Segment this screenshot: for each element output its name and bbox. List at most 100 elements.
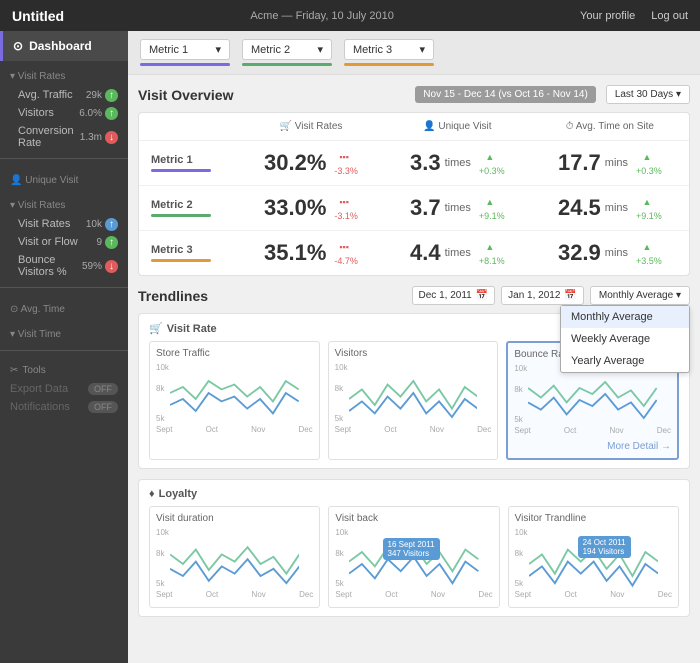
mini-bars-icon: ▲ [642,152,651,162]
chart-visitor-trandline: Visitor Trandline 10k 8k 5k 24 Oct [508,506,679,608]
topbar: Untitled Acme — Friday, 10 July 2010 You… [0,0,700,31]
sidebar-dashboard[interactable]: ⊙ Dashboard [0,31,128,61]
chart-x-labels: SeptOctNovDec [156,588,313,601]
period-dropdown: Monthly Average Weekly Average Yearly Av… [560,305,690,373]
visit-overview-card: 🛒 Visit Rates 👤 Unique Visit ⏱ Avg. Time… [138,112,690,276]
overview-table: 🛒 Visit Rates 👤 Unique Visit ⏱ Avg. Time… [139,113,689,275]
date-range-select[interactable]: Last 30 Days ▾ [606,85,690,104]
mini-bars-icon: ▲ [485,152,494,162]
period-select[interactable]: Monthly Average ▾ [590,286,690,305]
tools-icon: ✂ [10,365,18,376]
chart-visit-duration: Visit duration 10k 8k 5k SeptOctNovDec [149,506,320,608]
sidebar-item-visit-rates-sub[interactable]: Visit Rates 10k↑ [0,215,128,233]
more-detail-link[interactable]: More Detail → [514,441,671,452]
calendar-icon: 📅 [476,290,488,301]
badge-green: ↑ [105,236,118,249]
sidebar-divider2 [0,287,128,288]
sidebar-item-conversion-rate[interactable]: Conversion Rate 1.3m↓ [0,122,128,152]
badge-blue: ↑ [105,218,118,231]
sidebar-item-label: Avg. Traffic [18,89,73,101]
mini-bars-icon: ▲ [485,197,494,207]
main-layout: ⊙ Dashboard ▾ Visit Rates Avg. Traffic 2… [0,31,700,663]
loyalty-charts: Visit duration 10k 8k 5k SeptOctNovDec [149,506,679,608]
sidebar-section-visit-rates: ▾ Visit Rates [0,61,128,86]
badge-red: ↓ [105,260,118,273]
visit-rate-cell: 35.1% ▪▪▪ -4.7% [238,231,384,276]
period-label: Monthly Average [599,290,673,301]
mini-bars-icon: ▲ [642,242,651,252]
metric-cell: Metric 1 [139,141,238,186]
sidebar-subsection-avg-time: ▾ Visit Time [0,319,128,344]
export-label: Export Data [10,383,68,395]
sidebar-item-label: Bounce Visitors % [18,254,82,278]
metric-2-dropdown[interactable]: Metric 2 ▾ [242,39,332,60]
sidebar-item-avg-traffic[interactable]: Avg. Traffic 29k↑ [0,86,128,104]
visit-overview-title: Visit Overview [138,87,233,103]
metric-color-line [151,214,211,217]
metric-2-label: Metric 2 [251,44,290,56]
sidebar-tool-notifications: Notifications OFF [0,398,128,416]
export-toggle[interactable]: OFF [88,383,118,395]
dashboard-icon: ⊙ [13,39,23,53]
metric-2-selector[interactable]: Metric 2 ▾ [242,39,332,66]
mini-bars-icon: ▪▪▪ [339,242,349,252]
period-option-weekly[interactable]: Weekly Average [561,328,689,350]
metric-3-line [344,63,434,66]
date-to-label: Jan 1, 2012 [508,290,560,301]
topbar-actions: Your profile Log out [580,10,688,22]
metric-3-dropdown[interactable]: Metric 3 ▾ [344,39,434,60]
person-icon: 👤 [423,121,435,132]
metric-color-line [151,259,211,262]
sidebar-section-unique-visit: 👤 Unique Visit [0,165,128,190]
sidebar-item-bounce-visitors[interactable]: Bounce Visitors % 59%↓ [0,251,128,281]
metric-1-dropdown[interactable]: Metric 1 ▾ [140,39,230,60]
mini-bars-icon: ▲ [485,242,494,252]
tree-icon: ▾ [10,71,15,82]
chevron-down-icon: ▾ [215,43,221,56]
chart-x-labels: SeptOctNovDec [335,423,492,436]
chevron-down-icon: ▾ [676,89,681,100]
period-select-container: Monthly Average ▾ Monthly Average Weekly… [590,286,690,305]
chart-area-visitors: 10k 8k 5k [335,363,492,423]
chart-title: Store Traffic [156,348,313,359]
trendlines-header: Trendlines Dec 1, 2011 📅 Jan 1, 2012 📅 M… [138,286,690,305]
notifications-label: Notifications [10,401,70,413]
metric-3-selector[interactable]: Metric 3 ▾ [344,39,434,66]
chart-area-visit-back: 10k 8k 5k 16 Sept 2011347 Visitors [335,528,492,588]
sidebar-item-label: Visit Rates [18,218,70,230]
trendlines-title: Trendlines [138,288,208,304]
sidebar-divider3 [0,350,128,351]
overview-col-metric [139,113,238,141]
sidebar-tool-export: Export Data OFF [0,380,128,398]
clock-icon: ⊙ [10,304,18,315]
date-to-input[interactable]: Jan 1, 2012 📅 [501,286,584,305]
chart-area-visit-duration: 10k 8k 5k [156,528,313,588]
visit-rate-cell: 33.0% ▪▪▪ -3.1% [238,186,384,231]
chart-area-visitor-trandline: 10k 8k 5k 24 Oct 2011194 Visitors [515,528,672,588]
overview-col-visit-rates: 🛒 Visit Rates [238,113,384,141]
sidebar-section-avg-time: ⊙ Avg. Time [0,294,128,319]
chart-x-labels: SeptOctNovDec [335,588,492,601]
profile-link[interactable]: Your profile [580,10,635,22]
trendlines-loyalty: ♦ Loyalty Visit duration 10k 8k 5k [138,479,690,617]
chart-title: Visit back [335,513,492,524]
metric-cell: Metric 3 [139,231,238,276]
date-from-input[interactable]: Dec 1, 2011 📅 [412,286,496,305]
sidebar-item-label: Visitors [18,107,54,119]
period-option-yearly[interactable]: Yearly Average [561,350,689,372]
clock-icon: ⏱ [566,121,574,132]
metric-1-line [140,63,230,66]
logout-link[interactable]: Log out [651,10,688,22]
sidebar-item-visit-or-flow[interactable]: Visit or Flow 9↑ [0,233,128,251]
date-from-label: Dec 1, 2011 [419,290,472,301]
date-range-btn[interactable]: Nov 15 - Dec 14 (vs Oct 16 - Nov 14) [415,86,596,103]
chevron-down-icon: ▾ [419,43,425,56]
sidebar-item-visitors[interactable]: Visitors 6.0%↑ [0,104,128,122]
metric-1-selector[interactable]: Metric 1 ▾ [140,39,230,66]
period-option-monthly[interactable]: Monthly Average [561,306,689,328]
app-title: Untitled [12,8,64,24]
notifications-toggle[interactable]: OFF [88,401,118,413]
topbar-subtitle: Acme — Friday, 10 July 2010 [250,10,393,22]
content-area: Visit Overview Nov 15 - Dec 14 (vs Oct 1… [128,75,700,637]
mini-bars-icon: ▪▪▪ [339,152,349,162]
